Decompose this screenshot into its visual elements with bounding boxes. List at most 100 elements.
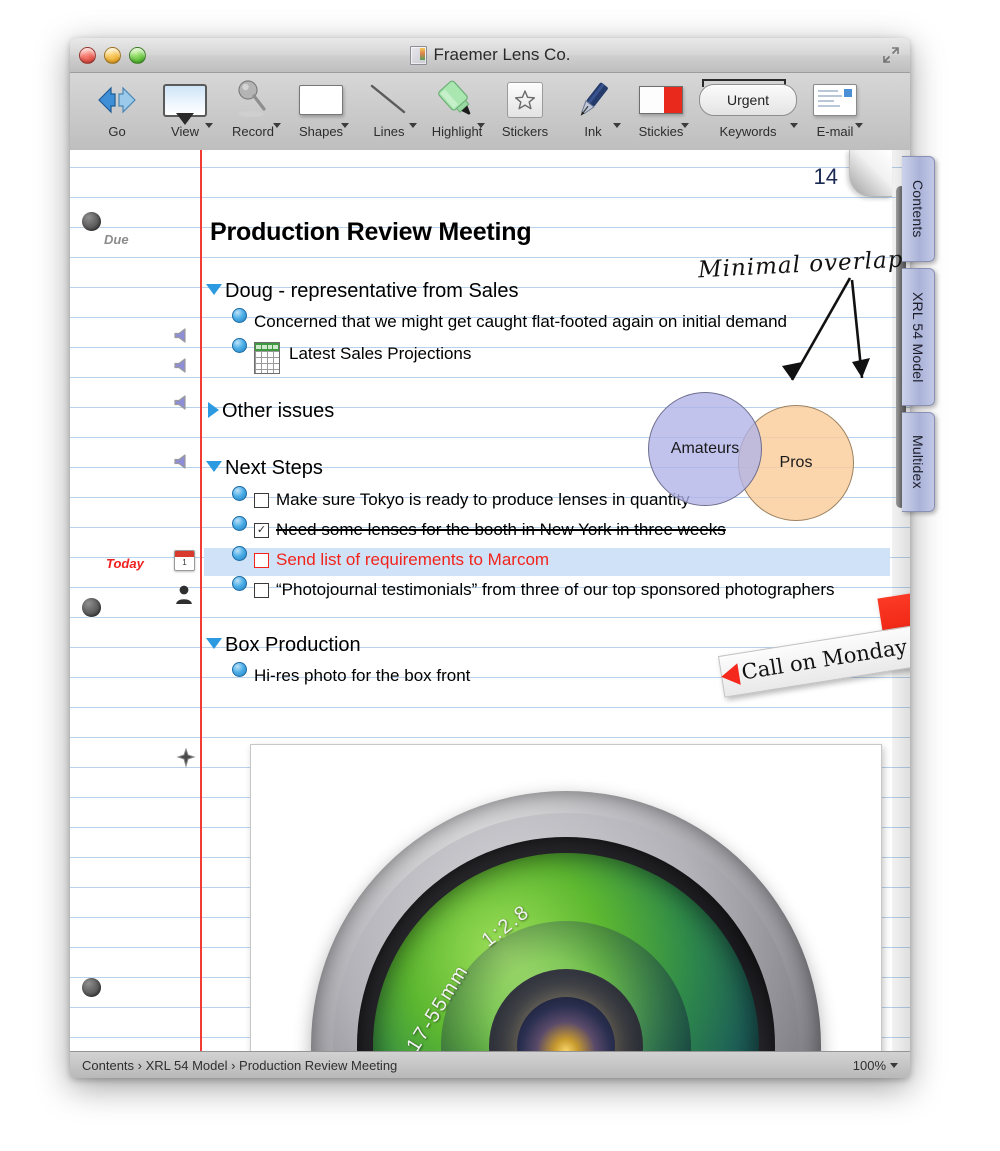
- chevron-down-icon[interactable]: [855, 123, 863, 128]
- person-icon[interactable]: [174, 584, 194, 605]
- fountain-pen-icon: [560, 77, 626, 123]
- close-button[interactable]: [79, 47, 96, 64]
- bullet-dot-icon[interactable]: [232, 516, 247, 531]
- outline-text-box-production: Box Production: [225, 634, 361, 656]
- chevron-down-icon[interactable]: [890, 1062, 898, 1068]
- section-tab-contents[interactable]: Contents: [902, 156, 935, 262]
- calendar-day: 1: [182, 558, 187, 567]
- audio-speaker-icon[interactable]: [173, 453, 192, 470]
- checkbox-booth[interactable]: ✓: [254, 522, 269, 538]
- outline-text-other-issues: Other issues: [222, 400, 335, 422]
- toolbar-button-lines[interactable]: Lines: [356, 77, 422, 149]
- rectangle-shape-icon: [288, 77, 354, 123]
- hole-punch: [82, 212, 101, 231]
- outline-row-other-issues[interactable]: Other issues: [208, 400, 334, 423]
- toolbar-label-email: E-mail: [816, 124, 854, 139]
- toolbar-button-ink[interactable]: Ink: [560, 77, 626, 149]
- chevron-down-icon[interactable]: [477, 123, 485, 128]
- outline-text-photojournal: “Photojournal testimonials” from three o…: [276, 580, 835, 599]
- outline-row-next-steps[interactable]: Next Steps: [206, 457, 323, 480]
- fullscreen-expand-icon[interactable]: [882, 46, 900, 64]
- toolbar-button-keywords[interactable]: Urgent Keywords: [696, 77, 800, 149]
- toolbar-button-highlight[interactable]: Highlight: [424, 77, 490, 149]
- outline-text-tokyo: Make sure Tokyo is ready to produce lens…: [276, 490, 690, 509]
- sticky-flag-icon: [628, 77, 694, 123]
- window-controls: [79, 47, 146, 64]
- triangle-down-icon[interactable]: [206, 638, 222, 649]
- page-number: 14: [813, 164, 838, 189]
- toolbar-button-record[interactable]: Record: [220, 77, 286, 149]
- venn-diagram[interactable]: Pros Amateurs: [640, 392, 870, 530]
- triangle-down-icon[interactable]: [206, 284, 222, 295]
- toolbar-button-email[interactable]: E-mail: [802, 77, 868, 149]
- chevron-down-icon[interactable]: [273, 123, 281, 128]
- bullet-dot-icon[interactable]: [232, 486, 247, 501]
- spreadsheet-icon[interactable]: [254, 342, 280, 374]
- outline-row-marcom[interactable]: Send list of requirements to Marcom: [232, 546, 550, 570]
- audio-speaker-icon[interactable]: [173, 327, 192, 344]
- toolbar-label-highlight: Highlight: [431, 124, 483, 139]
- minimize-button[interactable]: [104, 47, 121, 64]
- chevron-down-icon[interactable]: [205, 123, 213, 128]
- venn-circle-amateurs[interactable]: Amateurs: [648, 392, 762, 506]
- checkbox-marcom[interactable]: [254, 552, 269, 568]
- toolbar-label-view: View: [171, 124, 199, 139]
- toolbar-button-view[interactable]: View: [152, 77, 218, 149]
- bullet-dot-icon[interactable]: [232, 662, 247, 677]
- toolbar-label-record: Record: [232, 124, 274, 139]
- chevron-down-icon[interactable]: [341, 123, 349, 128]
- outline-row-tokyo[interactable]: Make sure Tokyo is ready to produce lens…: [232, 486, 690, 510]
- chevron-down-icon[interactable]: [409, 123, 417, 128]
- section-tab-xrl-54-model[interactable]: XRL 54 Model: [902, 268, 935, 406]
- chevron-down-icon[interactable]: [613, 123, 621, 128]
- bullet-dot-icon[interactable]: [232, 546, 247, 561]
- outline-row-concerned[interactable]: Concerned that we might get caught flat-…: [232, 308, 787, 332]
- page-curl-corner[interactable]: [849, 150, 892, 197]
- monitor-view-icon: [152, 77, 218, 123]
- outline-text-marcom: Send list of requirements to Marcom: [276, 550, 550, 569]
- checkbox-photojournal[interactable]: [254, 582, 269, 598]
- keyword-pill-label[interactable]: Urgent: [699, 84, 797, 116]
- chevron-down-icon[interactable]: [790, 123, 798, 128]
- zoom-button[interactable]: [129, 47, 146, 64]
- checkbox-tokyo[interactable]: [254, 492, 269, 508]
- breadcrumb[interactable]: Contents › XRL 54 Model › Production Rev…: [82, 1058, 397, 1073]
- toolbar-button-shapes[interactable]: Shapes: [288, 77, 354, 149]
- bullet-dot-icon[interactable]: [232, 576, 247, 591]
- outline-row-photojournal[interactable]: “Photojournal testimonials” from three o…: [232, 576, 835, 600]
- bullet-dot-icon[interactable]: [232, 338, 247, 353]
- toolbar-button-stickers[interactable]: Stickers: [492, 77, 558, 149]
- bullet-dot-icon[interactable]: [232, 308, 247, 323]
- keyword-pill-icon: Urgent: [696, 77, 800, 123]
- zoom-control[interactable]: 100%: [853, 1058, 898, 1073]
- triangle-down-icon[interactable]: [206, 461, 222, 472]
- diagonal-line-icon: [356, 77, 422, 123]
- outline-row-box-production[interactable]: Box Production: [206, 634, 361, 657]
- attachment-pin-icon[interactable]: [176, 747, 196, 768]
- calendar-icon[interactable]: 1: [174, 550, 195, 571]
- toolbar-label-lines: Lines: [373, 124, 405, 139]
- outline-row-doug[interactable]: Doug - representative from Sales: [206, 280, 518, 303]
- notebook-document-icon: [409, 45, 427, 65]
- back-forward-arrows-icon: [84, 77, 150, 123]
- toolbar-button-go[interactable]: Go: [84, 77, 150, 149]
- outline-row-sales-projections[interactable]: Latest Sales Projections: [232, 338, 471, 374]
- section-tab-multidex[interactable]: Multidex: [902, 412, 935, 512]
- camera-lens-photo[interactable]: 17-55mm 1:2.8 LENS LENS M: [250, 744, 882, 1052]
- section-tab-label: Contents: [910, 180, 926, 238]
- outline-row-hires[interactable]: Hi-res photo for the box front: [232, 662, 470, 686]
- window-titlebar[interactable]: Fraemer Lens Co.: [70, 38, 910, 73]
- zoom-level: 100%: [852, 1057, 886, 1073]
- notebook-page[interactable]: 14 Due Today 1 Production Review Meeting…: [70, 150, 910, 1052]
- toolbar-label-keywords: Keywords: [719, 124, 777, 139]
- chevron-down-icon[interactable]: [681, 123, 689, 128]
- envelope-icon: [802, 77, 868, 123]
- section-tabs: Contents XRL 54 Model Multidex: [902, 156, 936, 518]
- toolbar-button-stickies[interactable]: Stickies: [628, 77, 694, 149]
- page-title-row[interactable]: Production Review Meeting: [210, 218, 532, 247]
- audio-speaker-icon[interactable]: [173, 357, 192, 374]
- triangle-right-icon[interactable]: [208, 402, 219, 418]
- audio-speaker-icon[interactable]: [173, 394, 192, 411]
- main-toolbar: Go View Record Shapes Lines Highlight St…: [70, 73, 910, 155]
- toolbar-label-ink: Ink: [584, 124, 602, 139]
